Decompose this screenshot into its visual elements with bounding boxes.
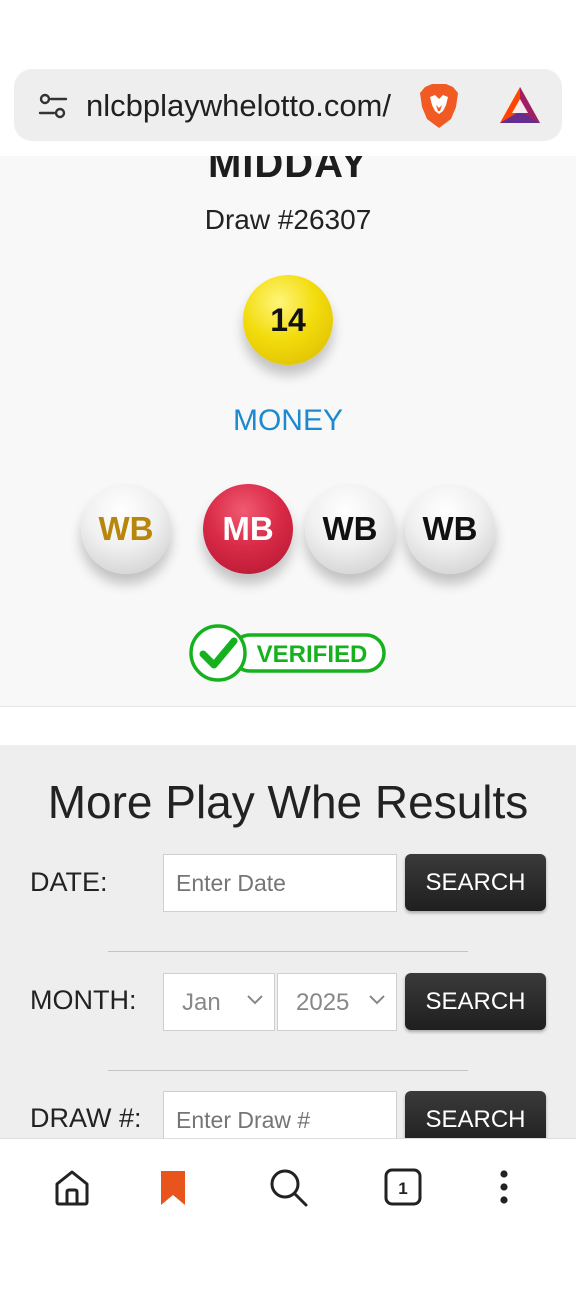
tune-icon[interactable] bbox=[38, 91, 68, 121]
more-results-section: More Play Whe Results DATE: SEARCH MONTH… bbox=[0, 745, 576, 1149]
search-icon[interactable] bbox=[264, 1163, 312, 1211]
tabs-icon[interactable]: 1 bbox=[379, 1163, 427, 1211]
draw-result-card: MIDDAY Draw #26307 14 MONEY WB MB WB WB … bbox=[0, 156, 576, 707]
browser-bottom-toolbar: 1 bbox=[0, 1138, 576, 1313]
home-icon[interactable] bbox=[48, 1163, 96, 1211]
month-label: MONTH: bbox=[30, 985, 137, 1015]
bookmark-icon[interactable] bbox=[149, 1163, 197, 1211]
verified-badge: VERIFIED bbox=[189, 624, 386, 682]
verified-label: VERIFIED bbox=[257, 641, 368, 668]
url-text[interactable]: nlcbplaywhelotto.com/ bbox=[86, 88, 412, 124]
address-bar[interactable]: nlcbplaywhelotto.com/ bbox=[14, 69, 562, 141]
chevron-down-icon bbox=[247, 995, 263, 1005]
divider bbox=[108, 951, 468, 952]
draw-title: MIDDAY bbox=[207, 156, 369, 186]
month-value: Jan bbox=[182, 989, 221, 1016]
date-input[interactable] bbox=[163, 854, 397, 912]
draw-label: DRAW #: bbox=[30, 1103, 142, 1133]
month-search-button[interactable]: SEARCH bbox=[405, 973, 546, 1030]
divider bbox=[108, 1070, 468, 1071]
tab-count: 1 bbox=[398, 1179, 407, 1198]
draw-number: Draw #26307 bbox=[204, 204, 372, 235]
chevron-down-icon bbox=[369, 995, 385, 1005]
section-title: More Play Whe Results bbox=[47, 776, 529, 828]
bonus-ball-2: MB bbox=[203, 484, 293, 574]
bonus-ball-3: WB bbox=[305, 484, 395, 574]
date-label: DATE: bbox=[30, 867, 108, 897]
winning-number-ball: 14 bbox=[243, 275, 333, 365]
bat-rewards-icon[interactable] bbox=[498, 85, 542, 125]
brave-lion-icon[interactable] bbox=[418, 83, 460, 129]
month-select[interactable]: Jan bbox=[163, 973, 275, 1031]
year-value: 2025 bbox=[296, 989, 350, 1016]
more-menu-icon[interactable] bbox=[480, 1163, 528, 1211]
mark-name: MONEY bbox=[232, 404, 343, 437]
date-search-button[interactable]: SEARCH bbox=[405, 854, 546, 911]
bonus-ball-4: WB bbox=[405, 484, 495, 574]
bonus-ball-1: WB bbox=[81, 484, 171, 574]
year-select[interactable]: 2025 bbox=[277, 973, 397, 1031]
